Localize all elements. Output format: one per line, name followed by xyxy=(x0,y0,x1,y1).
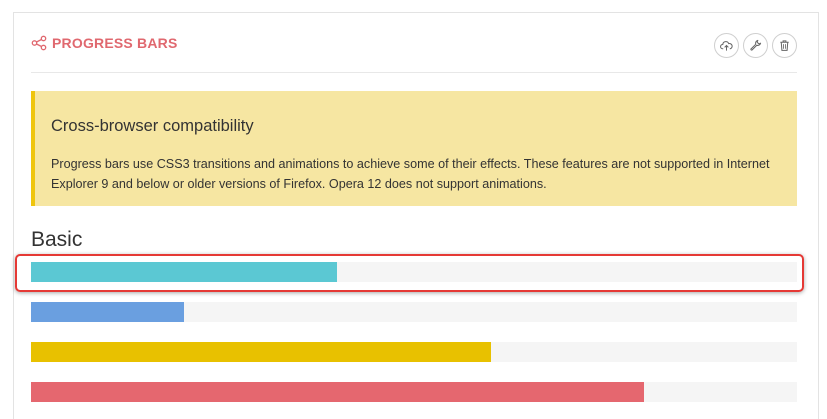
progress-bar-track xyxy=(31,302,797,322)
progress-bar-fill xyxy=(31,302,185,322)
cloud-upload-icon xyxy=(720,41,733,51)
progress-bar-fill xyxy=(31,342,491,362)
compatibility-alert: Cross-browser compatibility Progress bar… xyxy=(31,91,797,206)
highlight-box xyxy=(15,254,804,292)
wrench-icon xyxy=(750,39,762,51)
panel: PROGRESS BARS Cross-browser compatibilit… xyxy=(13,12,819,419)
trash-icon xyxy=(780,40,789,51)
progress-bar-track xyxy=(31,382,797,402)
progress-bar-track xyxy=(31,342,797,362)
delete-button[interactable] xyxy=(772,33,797,58)
section-title: Basic xyxy=(31,228,83,251)
alert-body: Progress bars use CSS3 transitions and a… xyxy=(51,157,770,191)
alert-title: Cross-browser compatibility xyxy=(51,117,254,135)
share-icon[interactable] xyxy=(31,35,47,51)
panel-title: PROGRESS BARS xyxy=(52,35,178,51)
cloud-upload-button[interactable] xyxy=(714,33,739,58)
settings-button[interactable] xyxy=(743,33,768,58)
progress-bar-fill xyxy=(31,382,644,402)
panel-header: PROGRESS BARS xyxy=(31,33,797,73)
panel-title-wrap: PROGRESS BARS xyxy=(31,35,178,51)
panel-tools xyxy=(714,33,797,58)
